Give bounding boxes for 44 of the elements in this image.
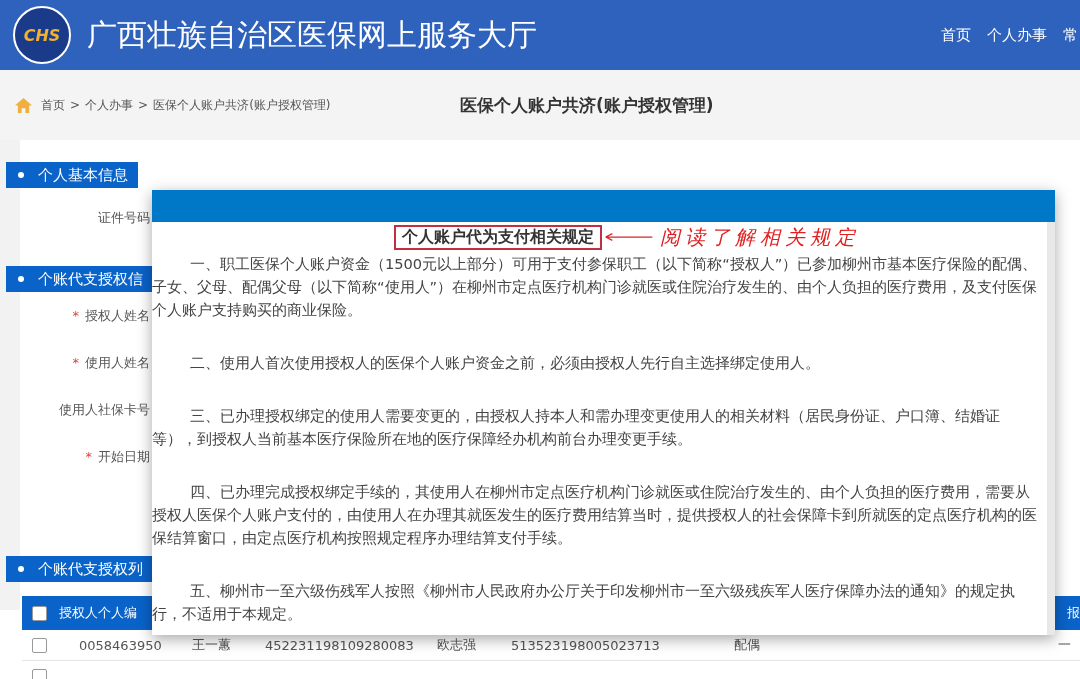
row-checkbox[interactable]	[32, 668, 47, 679]
table-cell: 452231198109280083	[265, 637, 414, 653]
logo-icon: CHS	[13, 6, 71, 64]
required-mark: *	[72, 355, 79, 370]
scrollbar[interactable]	[1047, 222, 1055, 635]
nav-link[interactable]: 常	[1063, 25, 1078, 45]
rule-paragraph: 一、职工医保个人账户资金（1500元以上部分）可用于支付参保职工（以下简称“授权人”）已参加柳州市基本医疗保险的配偶、子女、父母、配偶父母（以下简称“使用人”）在柳州市定点医疗机构门诊就医或住院治疗发生的、由个人负担的医疗费用，及支付医保个人账户支持购买的商业保险。	[152, 254, 1039, 320]
table-cell: 0058463950	[79, 637, 162, 653]
table-cell: 一	[1058, 636, 1071, 654]
breadcrumb-separator: >	[138, 98, 149, 112]
field-label: 使用人姓名	[85, 353, 150, 372]
breadcrumb-separator: >	[70, 98, 81, 112]
field-label: 授权人姓名	[85, 306, 150, 325]
arrow-icon	[603, 232, 654, 242]
breadcrumb-link[interactable]: 个人办事	[85, 96, 134, 114]
rule-paragraph: 二、使用人首次使用授权人的医保个人账户资金之前，必须由授权人先行自主选择绑定使用人。	[189, 353, 821, 373]
select-all-checkbox[interactable]	[32, 605, 47, 621]
table-cell: 欧志强	[437, 636, 476, 654]
field-label: 开始日期	[98, 447, 150, 466]
dialog-title: 个人账户代为支付相关规定	[393, 224, 602, 250]
required-mark: *	[72, 308, 79, 323]
annotation-text: 阅读了解相关规定	[659, 223, 860, 251]
nav-link[interactable]: 个人办事	[987, 25, 1047, 45]
breadcrumb-link[interactable]: 首页	[41, 96, 65, 114]
site-title: 广西壮族自治区医保网上服务大厅	[87, 15, 537, 54]
section-header: 个账代支授权列	[6, 556, 153, 582]
rule-paragraph: 五、柳州市一至六级伤残军人按照《柳州市人民政府办公厅关于印发柳州市一至六级残疾军人医疗保障办法的通知》的规定执行，不适用于本规定。	[152, 581, 1016, 624]
section-header: 个人基本信息	[6, 162, 138, 188]
breadcrumb-link[interactable]: 医保个人账户共济(账户授权管理)	[153, 96, 331, 114]
home-icon	[14, 96, 33, 114]
column-header: 授权人个人编	[59, 604, 137, 622]
rule-paragraph: 四、已办理完成授权绑定手续的，其使用人在柳州市定点医疗机构门诊就医或住院治疗发生的、由个人负担的医疗费用，需要从授权人医保个人账户支付的，由使用人在办理其就医发生的医疗费用结算当时，提供授权人的社会保障卡到所就医的定点医疗机构的医保结算窗口，由定点医疗机构按照规定程序办理结算支付手续。	[152, 482, 1038, 548]
nav-link[interactable]: 首页	[941, 25, 971, 45]
page-title: 医保个人账户共济(账户授权管理)	[460, 93, 714, 117]
table-cell: 513523198005023713	[511, 637, 660, 653]
table-cell: 配偶	[734, 636, 760, 654]
table-cell: 王一蕙	[192, 636, 231, 654]
rule-paragraph: 三、已办理授权绑定的使用人需要变更的，由授权人持本人和需办理变更使用人的相关材料（居民身份证、户口簿、结婚证等），到授权人当前基本医疗保险所在地的医疗保障经办机构前台办理变更手续。	[152, 406, 1001, 449]
row-checkbox[interactable]	[32, 637, 47, 653]
required-mark: *	[85, 449, 92, 464]
section-header: 个账代支授权信	[6, 266, 153, 292]
field-label: 使用人社保卡号	[59, 400, 150, 419]
field-label: 证件号码	[98, 209, 150, 227]
column-header: 报	[1067, 604, 1080, 622]
